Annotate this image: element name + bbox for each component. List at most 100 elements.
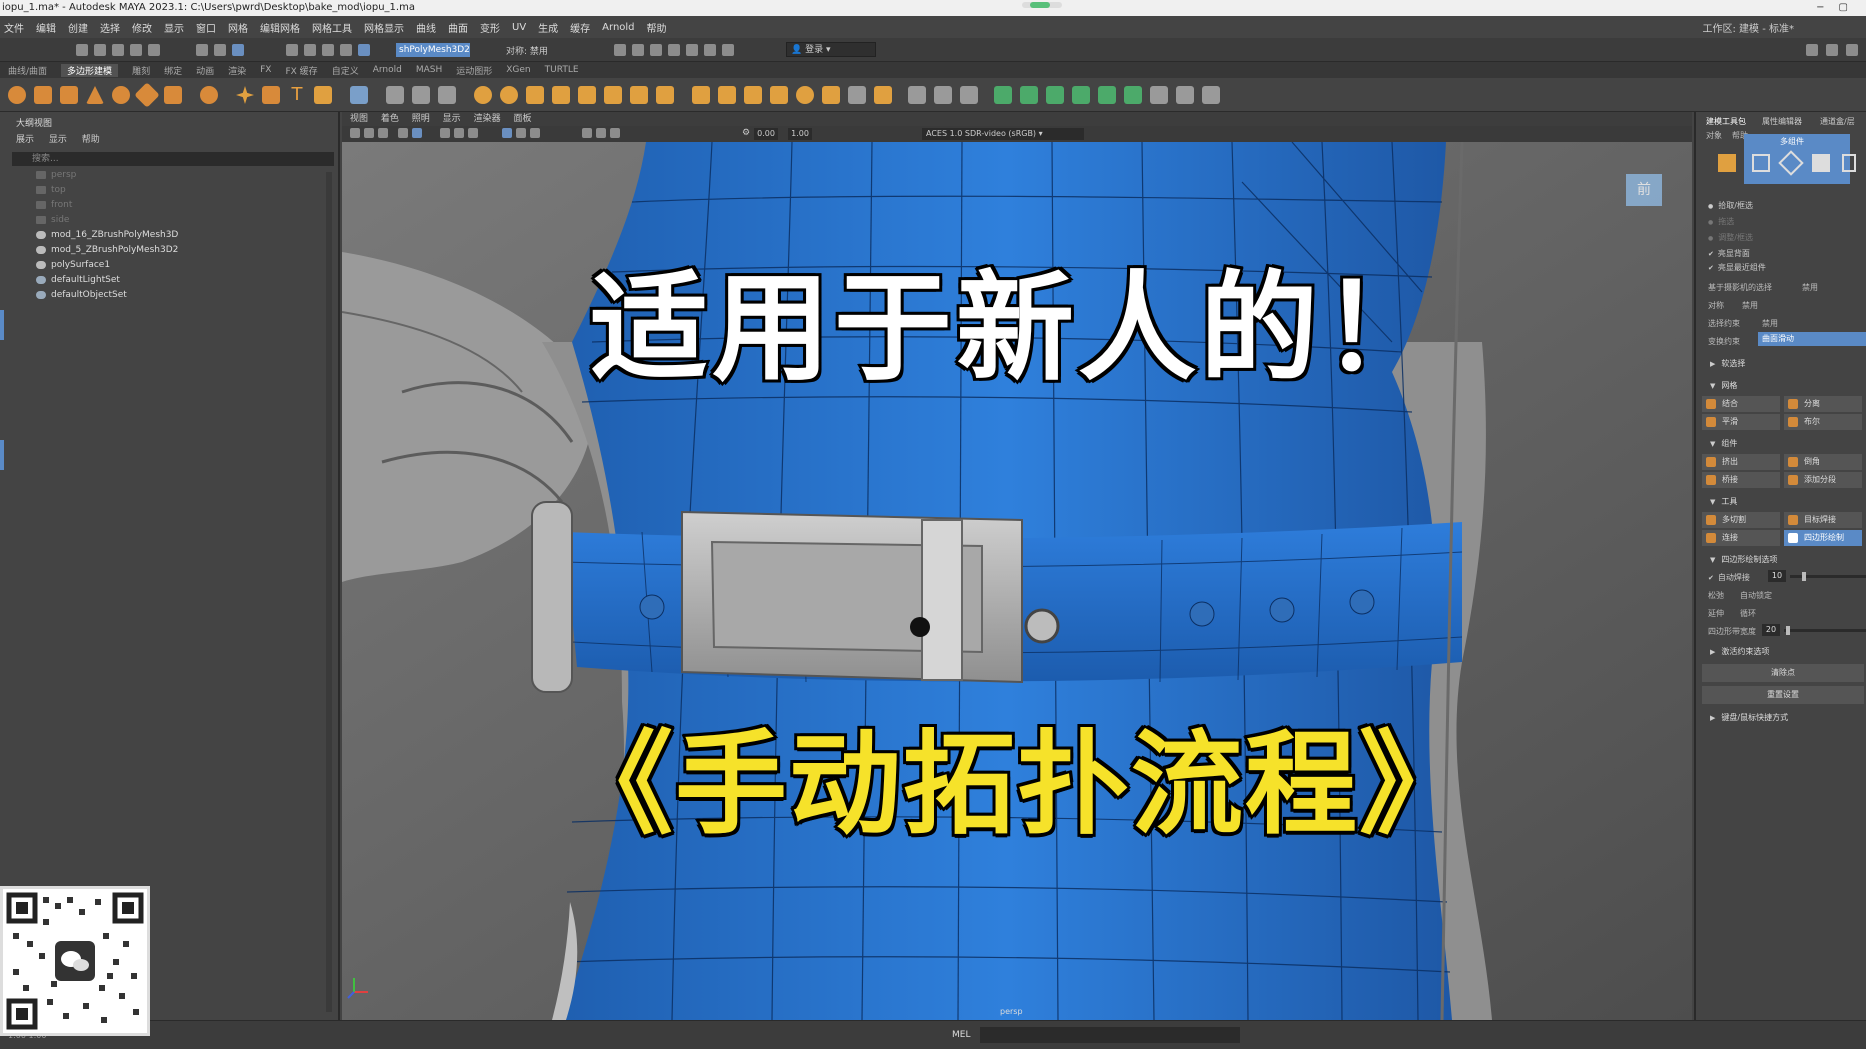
select-constraint-value[interactable]: 禁用 xyxy=(1762,318,1778,329)
boolean-button[interactable]: 布尔 xyxy=(1784,414,1862,430)
poly-plane-icon[interactable] xyxy=(134,82,160,108)
edge-loop-icon[interactable] xyxy=(718,86,736,104)
shelf-tab-sculpting[interactable]: 雕刻 xyxy=(132,64,150,77)
sculpt-icon[interactable] xyxy=(908,86,926,104)
render-settings-icon[interactable] xyxy=(668,44,680,56)
menu-mesh[interactable]: 网格 xyxy=(228,20,248,35)
offset-loop-icon[interactable] xyxy=(770,86,788,104)
drag-select-option[interactable]: 拖选 xyxy=(1708,216,1734,227)
tab-channel-box[interactable]: 通道盒/层 xyxy=(1820,116,1855,127)
constraints-section[interactable]: 激活约束选项 xyxy=(1710,646,1769,657)
viewport-panel[interactable]: 视图 着色 照明 显示 渲染器 面板 ⚙ 0.00 1.00 ACES 1.0 … xyxy=(342,112,1692,1020)
outliner-item-mesh5[interactable]: mod_5_ZBrushPolyMesh3D2 xyxy=(36,245,178,255)
vp-menu-shading[interactable]: 着色 xyxy=(381,114,399,124)
textured-icon[interactable] xyxy=(468,128,478,138)
select-hierarchy-icon[interactable] xyxy=(196,44,208,56)
shelf-tab-rigging[interactable]: 绑定 xyxy=(164,64,182,77)
maximize-button[interactable]: ▢ xyxy=(1839,2,1862,13)
command-input[interactable] xyxy=(980,1027,1240,1043)
exposure-icon[interactable]: ⚙ xyxy=(742,128,750,138)
move-tool-icon[interactable] xyxy=(0,440,4,470)
poly-gear-icon[interactable] xyxy=(262,86,280,104)
vp-menu-renderer[interactable]: 渲染器 xyxy=(474,114,501,124)
append-polygon-icon[interactable] xyxy=(630,86,648,104)
shelf-tab-poly-modeling[interactable]: 多边形建模 xyxy=(61,63,119,77)
shelf-tab-animation[interactable]: 动画 xyxy=(196,64,214,77)
live-object-field[interactable]: shPolyMesh3D2 xyxy=(396,43,470,57)
shelf-tab-rendering[interactable]: 渲染 xyxy=(228,64,246,77)
poly-cube-icon[interactable] xyxy=(34,86,52,104)
mtk-menu-object[interactable]: 对象 xyxy=(1706,130,1722,141)
reset-settings-button[interactable]: 重置设置 xyxy=(1702,686,1864,704)
uv-editor-icon[interactable] xyxy=(500,86,518,104)
separate-icon[interactable] xyxy=(386,86,404,104)
hotkeys-section[interactable]: 键盘/鼠标快捷方式 xyxy=(1710,712,1788,723)
poly-sphere-icon[interactable] xyxy=(8,86,26,104)
poly-cylinder-icon[interactable] xyxy=(60,86,78,104)
separate-button[interactable]: 分离 xyxy=(1784,396,1862,412)
outliner-item-persp[interactable]: persp xyxy=(36,170,76,180)
ipr-render-icon[interactable] xyxy=(650,44,662,56)
select-tool-icon[interactable] xyxy=(0,310,4,340)
clear-points-button[interactable]: 清除点 xyxy=(1702,664,1864,682)
camera-based-value[interactable]: 禁用 xyxy=(1802,282,1818,293)
shelf-tab-fx-caching[interactable]: FX 缓存 xyxy=(285,64,317,77)
multi-cut-button[interactable]: 多切割 xyxy=(1702,512,1780,528)
uv-planar-icon[interactable] xyxy=(994,86,1012,104)
bookmark-icon[interactable] xyxy=(378,128,388,138)
exposure-field[interactable]: 0.00 xyxy=(754,128,778,140)
tweak-select-option[interactable]: 调整/框选 xyxy=(1708,232,1753,243)
auto-weld-field[interactable]: 10 xyxy=(1768,570,1786,582)
menu-file[interactable]: 文件 xyxy=(4,20,24,35)
quad-draw-button[interactable]: 四边形绘制 xyxy=(1784,530,1862,546)
poly-cone-icon[interactable] xyxy=(86,86,104,104)
poly-torus-icon[interactable] xyxy=(112,86,130,104)
menu-cache[interactable]: 缓存 xyxy=(570,20,590,35)
shelf-tab-mash[interactable]: MASH xyxy=(416,65,442,75)
uv-unfold-icon[interactable] xyxy=(1046,86,1064,104)
highlight-backface-check[interactable]: 亮显背面 xyxy=(1708,248,1750,259)
outliner-scrollbar[interactable] xyxy=(326,172,332,1012)
add-divisions-button[interactable]: 添加分段 xyxy=(1784,472,1862,488)
shelf-tab-custom[interactable]: 自定义 xyxy=(332,64,359,77)
smooth-shade-icon[interactable] xyxy=(454,128,464,138)
vp-menu-view[interactable]: 视图 xyxy=(350,114,368,124)
open-scene-icon[interactable] xyxy=(94,44,106,56)
combine-icon[interactable] xyxy=(350,86,368,104)
lattice-icon[interactable] xyxy=(934,86,952,104)
menu-edit[interactable]: 编辑 xyxy=(36,20,56,35)
menu-uv[interactable]: UV xyxy=(512,22,526,33)
redo-icon[interactable] xyxy=(148,44,160,56)
window-controls[interactable]: −▢ xyxy=(1816,0,1862,16)
circularize-icon[interactable] xyxy=(848,86,866,104)
quad-width-field[interactable]: 20 xyxy=(1762,624,1780,636)
menu-mesh-display[interactable]: 网格显示 xyxy=(364,20,404,35)
color-space-dropdown[interactable]: ACES 1.0 SDR-video (sRGB) ▾ xyxy=(922,128,1084,140)
bridge-button[interactable]: 桥接 xyxy=(1702,472,1780,488)
vp-menu-panels[interactable]: 面板 xyxy=(513,114,531,124)
svg-icon[interactable] xyxy=(314,86,332,104)
bevel-icon[interactable] xyxy=(578,86,596,104)
outliner-item-object-set[interactable]: defaultObjectSet xyxy=(36,290,127,300)
snap-view-icon[interactable] xyxy=(340,44,352,56)
extend-value[interactable]: 循环 xyxy=(1740,608,1756,619)
quad-draw-options-section[interactable]: 四边形绘制选项 xyxy=(1710,554,1777,565)
hypershade-icon[interactable] xyxy=(686,44,698,56)
menu-window[interactable]: 窗口 xyxy=(196,20,216,35)
insert-loop-icon[interactable] xyxy=(744,86,762,104)
vp-menu-show[interactable]: 显示 xyxy=(443,114,461,124)
undo-icon[interactable] xyxy=(130,44,142,56)
tools-section[interactable]: 工具 xyxy=(1710,496,1737,507)
shelf-tab-xgen[interactable]: XGen xyxy=(506,65,530,75)
auto-weld-slider[interactable] xyxy=(1790,572,1866,581)
viewcube[interactable]: 前 xyxy=(1626,174,1662,206)
shelf-tab-arnold[interactable]: Arnold xyxy=(373,65,402,75)
arnold-render-icon[interactable] xyxy=(704,44,716,56)
gamma-field[interactable]: 1.00 xyxy=(788,128,812,140)
menu-curves[interactable]: 曲线 xyxy=(416,20,436,35)
uv-cut-icon[interactable] xyxy=(1098,86,1116,104)
render-frame-icon[interactable] xyxy=(632,44,644,56)
safe-action-icon[interactable] xyxy=(610,128,620,138)
layout-icon[interactable] xyxy=(1806,44,1818,56)
relax-value[interactable]: 自动锁定 xyxy=(1740,590,1772,601)
